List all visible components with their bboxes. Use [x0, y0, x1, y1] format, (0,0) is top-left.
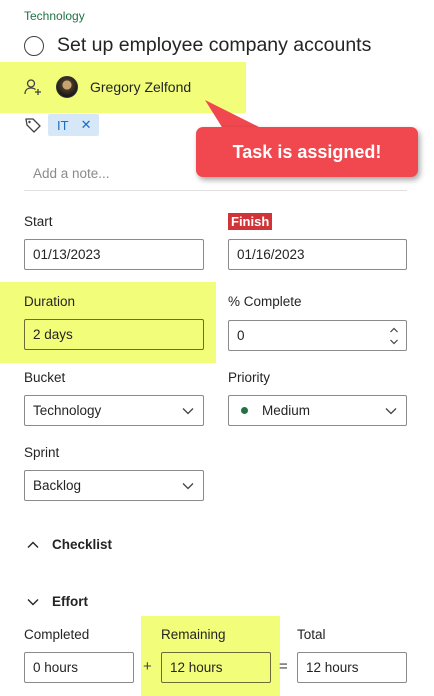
avatar[interactable] — [56, 76, 78, 98]
plus-sign: + — [143, 658, 152, 675]
remaining-hours-value: 12 hours — [170, 660, 223, 675]
duration-field[interactable]: 2 days — [24, 319, 204, 350]
completed-hours-field[interactable]: 0 hours — [24, 652, 134, 683]
equals-sign: = — [279, 658, 288, 675]
start-date-value: 01/13/2023 — [33, 247, 101, 262]
priority-value: Medium — [262, 403, 311, 418]
chevron-down-icon — [27, 598, 39, 605]
assignee-name[interactable]: Gregory Zelfond — [90, 79, 191, 95]
start-label: Start — [24, 214, 53, 229]
bucket-value: Technology — [33, 403, 102, 418]
spin-arrows-icon[interactable] — [389, 325, 399, 347]
label-chip[interactable]: IT ✕ — [48, 114, 100, 136]
completed-label: Completed — [24, 627, 90, 642]
bucket-label: Bucket — [24, 370, 66, 385]
effort-heading: Effort — [52, 594, 88, 609]
finish-label: Finish — [228, 213, 273, 230]
assignment-row[interactable]: Gregory Zelfond — [24, 76, 191, 98]
completed-hours-value: 0 hours — [33, 660, 79, 675]
sprint-value: Backlog — [33, 478, 82, 493]
tag-icon[interactable] — [24, 116, 42, 134]
percent-complete-value: 0 — [237, 328, 245, 343]
finish-date-value: 01/16/2023 — [237, 247, 305, 262]
remaining-hours-field[interactable]: 12 hours — [161, 652, 271, 683]
finish-date-field[interactable]: 01/16/2023 — [228, 239, 407, 270]
task-title[interactable]: Set up employee company accounts — [57, 34, 371, 57]
note-input[interactable]: Add a note... — [33, 166, 110, 181]
duration-value: 2 days — [33, 327, 73, 342]
chevron-down-icon — [182, 483, 194, 490]
assign-person-icon[interactable] — [24, 78, 42, 96]
checklist-heading: Checklist — [52, 537, 113, 552]
callout-banner: Task is assigned! — [196, 127, 418, 177]
effort-section-toggle[interactable]: Effort — [26, 594, 88, 609]
chevron-down-icon — [385, 408, 397, 415]
chevron-up-icon — [27, 541, 39, 548]
label-chip-text: IT — [57, 117, 69, 133]
note-divider — [24, 190, 407, 191]
total-hours-field: 12 hours — [297, 652, 407, 683]
duration-label: Duration — [24, 294, 76, 309]
priority-dot-icon — [241, 407, 248, 414]
priority-label: Priority — [228, 370, 271, 385]
label-row: IT ✕ — [24, 114, 100, 136]
close-icon[interactable]: ✕ — [81, 117, 92, 133]
remaining-label: Remaining — [161, 627, 226, 642]
bucket-select[interactable]: Technology — [24, 395, 204, 426]
title-row: Set up employee company accounts — [24, 34, 371, 57]
bucket-breadcrumb[interactable]: Technology — [24, 9, 85, 23]
start-date-field[interactable]: 01/13/2023 — [24, 239, 204, 270]
percent-complete-field[interactable]: 0 — [228, 320, 407, 351]
complete-circle-icon[interactable] — [24, 35, 44, 56]
finish-label-wrap: Finish — [228, 213, 273, 231]
sprint-label: Sprint — [24, 445, 60, 460]
total-hours-value: 12 hours — [306, 660, 359, 675]
percent-complete-label: % Complete — [228, 294, 302, 309]
total-label: Total — [297, 627, 326, 642]
priority-select[interactable]: Medium — [228, 395, 407, 426]
checklist-section-toggle[interactable]: Checklist — [26, 537, 112, 552]
chevron-down-icon — [182, 408, 194, 415]
sprint-select[interactable]: Backlog — [24, 470, 204, 501]
